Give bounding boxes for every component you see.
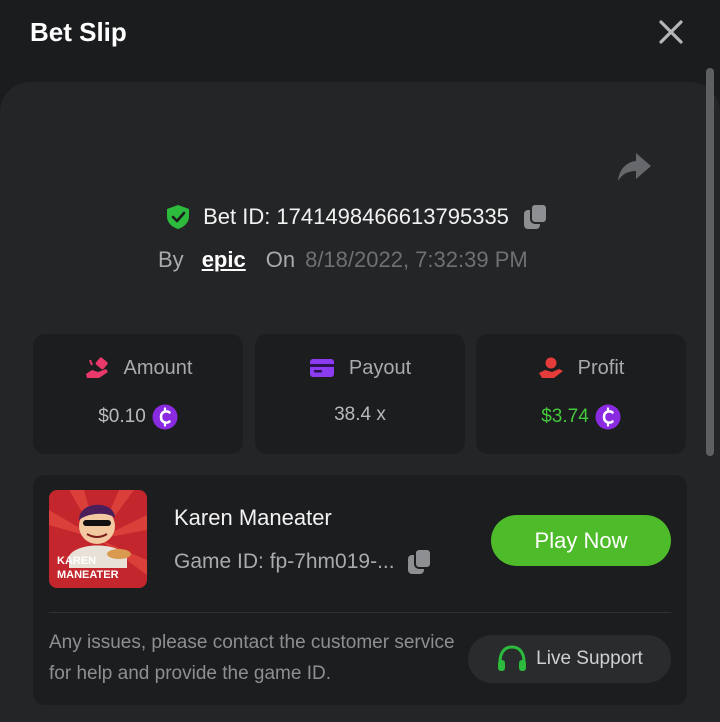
share-icon[interactable]: [616, 151, 652, 183]
game-id-row: Game ID: fp-7hm019-...: [174, 548, 433, 576]
hand-coins-icon: [85, 357, 108, 378]
game-id: Game ID: fp-7hm019-...: [174, 550, 395, 573]
thumb-text-line1: KAREN: [57, 555, 96, 567]
bet-id: Bet ID: 1741498466613795335: [203, 204, 509, 229]
bet-date: 8/18/2022, 7:32:39 PM: [305, 247, 528, 272]
game-card: KAREN MANEATER Karen Maneater Game ID: f…: [33, 475, 687, 705]
profit-card: Profit $3.74: [476, 334, 686, 454]
coin-icon: [152, 404, 178, 430]
divider: [49, 612, 671, 613]
game-name: Karen Maneater: [174, 505, 332, 530]
stat-label: Profit: [577, 356, 625, 379]
close-icon[interactable]: [656, 17, 686, 47]
stat-label: Amount: [123, 356, 193, 379]
copy-icon[interactable]: [523, 203, 549, 231]
live-support-label: Live Support: [536, 648, 643, 669]
scrollbar[interactable]: [706, 68, 714, 456]
stat-value: $0.10: [98, 406, 146, 427]
stat-value: 38.4 x: [334, 404, 386, 425]
shield-check-icon: [167, 205, 190, 229]
amount-card: Amount $0.10: [33, 334, 243, 454]
game-thumbnail[interactable]: KAREN MANEATER: [49, 490, 147, 588]
hand-heart-icon: [538, 357, 563, 378]
payout-card: Payout 38.4 x: [255, 334, 465, 454]
coin-icon: [595, 404, 621, 430]
profit-value: $3.74: [541, 406, 589, 427]
thumb-text-line2: MANEATER: [57, 569, 119, 581]
on-label: On: [265, 247, 296, 272]
live-support-button[interactable]: Live Support: [468, 635, 671, 683]
username-link[interactable]: epic: [202, 247, 246, 273]
by-label: By: [158, 247, 184, 272]
bet-meta-row: By epic On 8/18/2022, 7:32:39 PM: [158, 243, 528, 277]
card-icon: [309, 359, 334, 377]
stat-label: Payout: [348, 356, 412, 379]
bet-id-row: Bet ID: 1741498466613795335: [0, 200, 720, 234]
page-title: Bet Slip: [30, 17, 127, 47]
copy-icon[interactable]: [407, 548, 433, 576]
header: Bet Slip: [0, 0, 720, 70]
headset-icon: [498, 645, 527, 671]
support-text: Any issues, please contact the customer …: [49, 632, 455, 684]
play-now-button[interactable]: Play Now: [491, 515, 671, 566]
